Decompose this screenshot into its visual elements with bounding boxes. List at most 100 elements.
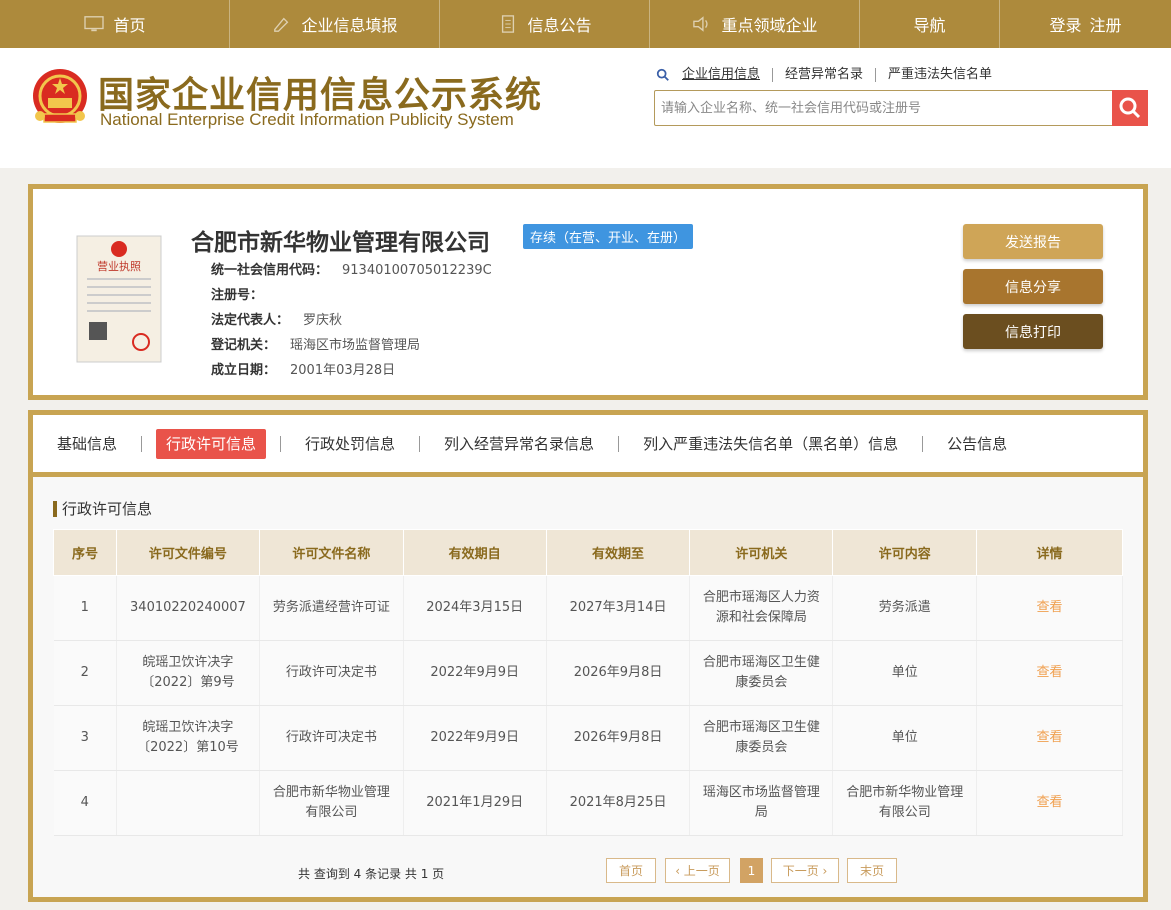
detail-panel: 基础信息 行政许可信息 行政处罚信息 列入经营异常名录信息 列入严重违法失信名单… [28, 410, 1148, 902]
cell-doc-name: 行政许可决定书 [259, 640, 404, 706]
monitor-icon [84, 16, 105, 32]
tab-admin-penalty[interactable]: 行政处罚信息 [295, 429, 405, 459]
col-header: 许可内容 [832, 529, 978, 576]
register-link[interactable]: 注册 [1090, 12, 1122, 36]
search-tabs: 企业信用信息 经营异常名录 严重违法失信名单 [656, 68, 1004, 82]
cell-content: 合肥市新华物业管理有限公司 [832, 770, 978, 836]
info-label: 法定代表人： [211, 313, 290, 328]
divider [141, 435, 143, 452]
license-table: 序号 许可文件编号 许可文件名称 有效期自 有效期至 许可机关 许可内容 详情 … [53, 529, 1123, 836]
view-link[interactable]: 查看 [976, 705, 1123, 771]
info-label: 登记机关： [211, 338, 277, 353]
cell-index: 2 [53, 640, 117, 706]
tab-abnormal-list[interactable]: 列入经营异常名录信息 [434, 429, 604, 459]
tab-announcement[interactable]: 公告信息 [937, 429, 1017, 459]
tab-blacklist[interactable]: 列入严重违法失信名单（黑名单）信息 [633, 429, 908, 459]
prev-page-button[interactable]: ‹ 上一页 [665, 858, 730, 883]
view-link[interactable]: 查看 [976, 640, 1123, 706]
search-icon [656, 68, 669, 81]
speaker-icon [693, 16, 709, 32]
nav-announcement-label: 信息公告 [527, 16, 592, 35]
license-title: 营业执照 [97, 259, 141, 273]
cell-doc-no: 皖瑶卫饮许决字〔2022〕第9号 [116, 640, 260, 706]
info-established: 成立日期： 2001年03月28日 [211, 359, 395, 378]
nav-info-fill[interactable]: 企业信息填报 [230, 0, 440, 48]
cell-valid-to: 2026年9月8日 [546, 705, 691, 771]
nav-navigation[interactable]: 导航 [860, 0, 1000, 48]
view-link[interactable]: 查看 [976, 770, 1123, 836]
info-reg-no: 注册号： [211, 284, 277, 303]
cell-content: 单位 [832, 705, 978, 771]
info-value: 2001年03月28日 [290, 363, 396, 378]
search-tab-blacklist[interactable]: 严重违法失信名单 [876, 68, 1004, 82]
cell-valid-to: 2021年8月25日 [546, 770, 691, 836]
cell-valid-from: 2021年1月29日 [403, 770, 547, 836]
section-title: 行政许可信息 [53, 501, 152, 517]
print-button[interactable]: 信息打印 [963, 314, 1103, 349]
first-page-button[interactable]: 首页 [606, 858, 656, 883]
cell-doc-no [116, 770, 260, 836]
cell-valid-from: 2024年3月15日 [403, 575, 547, 641]
business-license-image[interactable]: 营业执照 [75, 234, 163, 364]
info-authority: 登记机关： 瑶海区市场监督管理局 [211, 334, 420, 353]
cell-doc-name: 行政许可决定书 [259, 705, 404, 771]
tab-admin-license[interactable]: 行政许可信息 [156, 428, 267, 459]
search-tab-credit[interactable]: 企业信用信息 [670, 68, 774, 82]
search-input[interactable] [655, 91, 1105, 125]
col-header: 许可文件编号 [115, 529, 260, 576]
login-link[interactable]: 登录 [1049, 12, 1081, 36]
cell-authority: 合肥市瑶海区卫生健康委员会 [689, 640, 834, 706]
nav-navigation-label: 导航 [913, 16, 946, 35]
cell-doc-name: 劳务派遣经营许可证 [259, 575, 404, 641]
nav-key-enterprises-label: 重点领域企业 [721, 16, 818, 35]
cell-content: 单位 [832, 640, 978, 706]
search-button[interactable] [1112, 90, 1148, 126]
next-page-button[interactable]: 下一页 › [771, 858, 839, 883]
col-header: 详情 [976, 529, 1123, 576]
divider [419, 435, 421, 452]
table-row: 4 合肥市新华物业管理有限公司 2021年1月29日 2021年8月25日 瑶海… [53, 770, 1123, 836]
company-name: 合肥市新华物业管理有限公司 [191, 230, 490, 256]
table-header-row: 序号 许可文件编号 许可文件名称 有效期自 有效期至 许可机关 许可内容 详情 [53, 529, 1123, 576]
search-box [654, 90, 1148, 126]
nav-home-label: 首页 [113, 16, 146, 35]
site-title-en: National Enterprise Credit Information P… [100, 110, 514, 129]
search-icon [1119, 97, 1141, 119]
cell-index: 1 [53, 575, 117, 641]
tab-content: 行政许可信息 序号 许可文件编号 许可文件名称 有效期自 有效期至 许可机关 许… [33, 477, 1143, 897]
site-header: 国家企业信用信息公示系统 National Enterprise Credit … [0, 48, 1171, 168]
nav-info-fill-label: 企业信息填报 [301, 16, 398, 35]
cell-authority: 瑶海区市场监督管理局 [689, 770, 834, 836]
login-area: 登录 注册 [1000, 0, 1171, 48]
cell-index: 4 [53, 770, 117, 836]
send-report-button[interactable]: 发送报告 [963, 224, 1103, 259]
col-header: 有效期自 [402, 529, 547, 576]
divider [922, 435, 924, 452]
cell-valid-to: 2027年3月14日 [546, 575, 691, 641]
table-row: 2 皖瑶卫饮许决字〔2022〕第9号 行政许可决定书 2022年9月9日 202… [53, 640, 1123, 706]
cell-content: 劳务派遣 [832, 575, 978, 641]
info-value: 瑶海区市场监督管理局 [290, 338, 421, 353]
total-count: 共 查询到 4 条记录 共 1 页 [298, 867, 445, 881]
cell-valid-from: 2022年9月9日 [403, 640, 547, 706]
nav-announcement[interactable]: 信息公告 [440, 0, 650, 48]
nav-home[interactable]: 首页 [0, 0, 230, 48]
info-label: 统一社会信用代码： [211, 263, 329, 278]
view-link[interactable]: 查看 [976, 575, 1123, 641]
table-row: 1 34010220240007 劳务派遣经营许可证 2024年3月15日 20… [53, 575, 1123, 641]
nav-key-enterprises[interactable]: 重点领域企业 [650, 0, 860, 48]
tab-basic-info[interactable]: 基础信息 [47, 429, 127, 459]
col-header: 许可文件名称 [258, 529, 404, 576]
info-label: 成立日期： [211, 363, 277, 378]
search-tab-abnormal[interactable]: 经营异常名录 [773, 68, 877, 82]
info-value: 91340100705012239C [342, 263, 492, 278]
share-button[interactable]: 信息分享 [963, 269, 1103, 304]
cell-doc-no: 34010220240007 [116, 575, 260, 641]
status-badge: 存续（在营、开业、在册） [523, 224, 694, 249]
national-emblem-icon [33, 69, 87, 123]
cell-authority: 合肥市瑶海区人力资源和社会保障局 [689, 575, 834, 641]
last-page-button[interactable]: 末页 [847, 858, 897, 883]
divider [280, 435, 282, 452]
current-page[interactable]: 1 [740, 858, 763, 883]
edit-icon [274, 17, 289, 32]
